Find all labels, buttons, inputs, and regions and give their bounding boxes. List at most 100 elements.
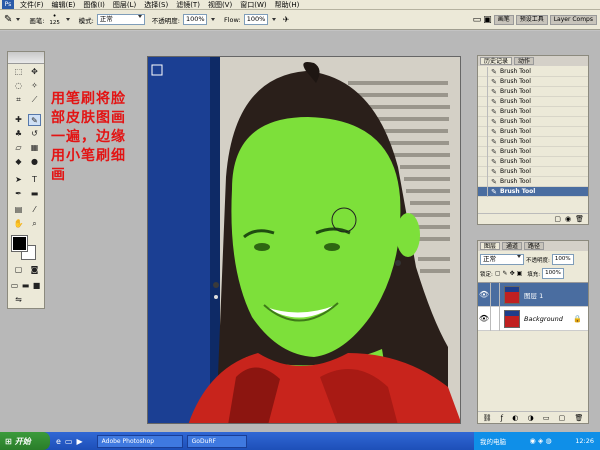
menu-edit[interactable]: 编辑(E) — [48, 0, 80, 10]
foreground-color-swatch[interactable] — [11, 235, 28, 252]
tab-layers[interactable]: 图层 — [480, 242, 501, 250]
eyedropper-tool-icon[interactable]: ⁄ — [28, 204, 41, 216]
mode-select[interactable]: 正常 — [96, 14, 145, 25]
quick-mask-mode-icon[interactable]: ◙ — [28, 264, 41, 276]
magic-wand-tool-icon[interactable]: ✧ — [28, 80, 41, 92]
link-layers-icon[interactable]: ⛓ — [483, 412, 492, 423]
gradient-tool-icon[interactable]: ▦ — [28, 142, 41, 154]
task-godurf[interactable]: GoDuRF — [186, 434, 247, 448]
link-slot[interactable] — [490, 306, 500, 331]
photoshop-icon[interactable]: Ps — [2, 0, 14, 9]
history-brush-tool-icon[interactable]: ↺ — [28, 128, 41, 140]
menu-layer[interactable]: 图层(L) — [109, 0, 140, 10]
history-item[interactable]: ✎ Brush Tool — [478, 156, 588, 167]
history-item-current[interactable]: ✎ Brush Tool — [478, 186, 588, 197]
clone-stamp-tool-icon[interactable]: ♣ — [12, 128, 25, 140]
history-item[interactable]: ✎ Brush Tool — [478, 136, 588, 147]
shape-tool-icon[interactable]: ▬ — [28, 188, 41, 200]
task-photoshop[interactable]: Adobe Photoshop — [96, 434, 183, 448]
layer-mask-icon[interactable]: ◐ — [512, 412, 518, 423]
airbrush-icon[interactable]: ✈ — [283, 15, 290, 24]
zoom-tool-icon[interactable]: ⌕ — [28, 218, 41, 230]
lock-image-icon[interactable]: ✎ — [503, 270, 508, 277]
hand-tool-icon[interactable]: ✋ — [12, 218, 25, 230]
history-item[interactable]: ✎ Brush Tool — [478, 76, 588, 87]
lasso-tool-icon[interactable]: ◌ — [12, 80, 25, 92]
path-selection-tool-icon[interactable]: ➤ — [12, 174, 25, 186]
type-tool-icon[interactable]: T — [28, 174, 41, 186]
menu-help[interactable]: 帮助(H) — [271, 0, 304, 10]
dock-tab-layer-comps[interactable]: Layer Comps — [549, 14, 597, 25]
layer-style-icon[interactable]: ƒ — [501, 412, 503, 423]
slice-tool-icon[interactable]: ⟋ — [28, 94, 41, 106]
dock-tab-tool-presets[interactable]: 预设工具 — [515, 14, 548, 25]
bridge-icon[interactable]: ▣ — [483, 15, 492, 25]
tray-label[interactable]: 我的电脑 — [480, 436, 506, 446]
brush-tool-icon[interactable]: ✎ — [28, 114, 41, 126]
file-browser-icon[interactable]: ▭ — [473, 15, 482, 25]
lock-position-icon[interactable]: ✥ — [510, 270, 515, 277]
notes-tool-icon[interactable]: ▤ — [12, 204, 25, 216]
eye-icon[interactable]: 👁 — [478, 290, 490, 299]
dock-tab-brushes[interactable]: 画笔 — [493, 14, 514, 25]
menu-file[interactable]: 文件(F) — [16, 0, 48, 10]
blend-mode-select[interactable]: 正常 — [480, 254, 524, 265]
new-group-icon[interactable]: ▭ — [543, 412, 550, 423]
new-document-icon[interactable]: ▢ — [554, 214, 561, 224]
screen-mode-full-menu-icon[interactable]: ▬ — [20, 280, 31, 292]
move-tool-icon[interactable]: ✥ — [28, 66, 41, 78]
opacity-slider-toggle[interactable] — [211, 18, 215, 21]
marquee-tool-icon[interactable]: ⬚ — [12, 66, 25, 78]
brush-tool-icon[interactable]: ✎ — [4, 14, 12, 25]
history-item[interactable]: ✎ Brush Tool — [478, 126, 588, 137]
crop-tool-icon[interactable]: ⌗ — [12, 94, 25, 106]
history-item[interactable]: ✎ Brush Tool — [478, 66, 588, 77]
brush-preset-picker[interactable]: • 125 — [48, 13, 62, 27]
menu-window[interactable]: 窗口(W) — [236, 0, 270, 10]
eraser-tool-icon[interactable]: ▱ — [12, 142, 25, 154]
adjustment-layer-icon[interactable]: ◑ — [528, 412, 534, 423]
flow-slider-toggle[interactable] — [271, 18, 276, 21]
pen-tool-icon[interactable]: ✒ — [12, 188, 25, 200]
menu-view[interactable]: 视图(V) — [204, 0, 236, 10]
new-layer-icon[interactable]: ▢ — [559, 412, 566, 423]
screen-mode-standard-icon[interactable]: ▭ — [9, 280, 20, 292]
tab-channels[interactable]: 通道 — [502, 242, 523, 250]
quicklaunch-ie-icon[interactable]: e — [56, 437, 61, 446]
screen-mode-full-icon[interactable]: ■ — [31, 280, 42, 292]
fill-field[interactable]: 100% — [542, 268, 565, 279]
menu-image[interactable]: 图像(I) — [79, 0, 109, 10]
snapshot-icon[interactable]: ◉ — [565, 214, 571, 224]
quicklaunch-desktop-icon[interactable]: ▭ — [65, 437, 73, 446]
menu-filter[interactable]: 滤镜(T) — [172, 0, 204, 10]
start-button[interactable]: ⊞ 开始 — [0, 432, 50, 450]
history-item[interactable]: ✎ Brush Tool — [478, 166, 588, 177]
tab-history[interactable]: 历史记录 — [480, 57, 513, 65]
history-item[interactable]: ✎ Brush Tool — [478, 96, 588, 107]
dodge-tool-icon[interactable]: ● — [28, 156, 41, 168]
tab-paths[interactable]: 路径 — [524, 242, 545, 250]
layer-opacity-field[interactable]: 100% — [551, 254, 574, 265]
tray-icons[interactable]: ◉ ◈ ◍ — [530, 437, 552, 445]
document-canvas[interactable] — [147, 56, 461, 424]
history-item[interactable]: ✎ Brush Tool — [478, 106, 588, 117]
healing-brush-tool-icon[interactable]: ✚ — [12, 114, 25, 126]
history-item[interactable]: ✎ Brush Tool — [478, 116, 588, 127]
jump-to-imageready-icon[interactable]: ⇋ — [12, 294, 25, 306]
layer-row[interactable]: 👁 图层 1 — [478, 282, 588, 307]
lock-all-icon[interactable]: ▣ — [517, 270, 523, 277]
history-item[interactable]: ✎ Brush Tool — [478, 146, 588, 157]
opacity-field[interactable]: 100% — [183, 14, 207, 25]
trash-icon[interactable]: 🗑 — [574, 412, 583, 423]
quicklaunch-media-icon[interactable]: ▶ — [76, 437, 82, 446]
standard-mode-icon[interactable]: ▢ — [12, 264, 25, 276]
layer-row[interactable]: 👁 Background 🔒 — [478, 306, 588, 331]
blur-tool-icon[interactable]: ◆ — [12, 156, 25, 168]
trash-icon[interactable]: 🗑 — [575, 214, 584, 224]
link-slot[interactable] — [490, 282, 500, 307]
tab-actions[interactable]: 动作 — [514, 57, 535, 65]
flow-field[interactable]: 100% — [243, 14, 268, 25]
menu-select[interactable]: 选择(S) — [140, 0, 172, 10]
eye-icon[interactable]: 👁 — [478, 314, 490, 323]
history-item[interactable]: ✎ Brush Tool — [478, 176, 588, 187]
